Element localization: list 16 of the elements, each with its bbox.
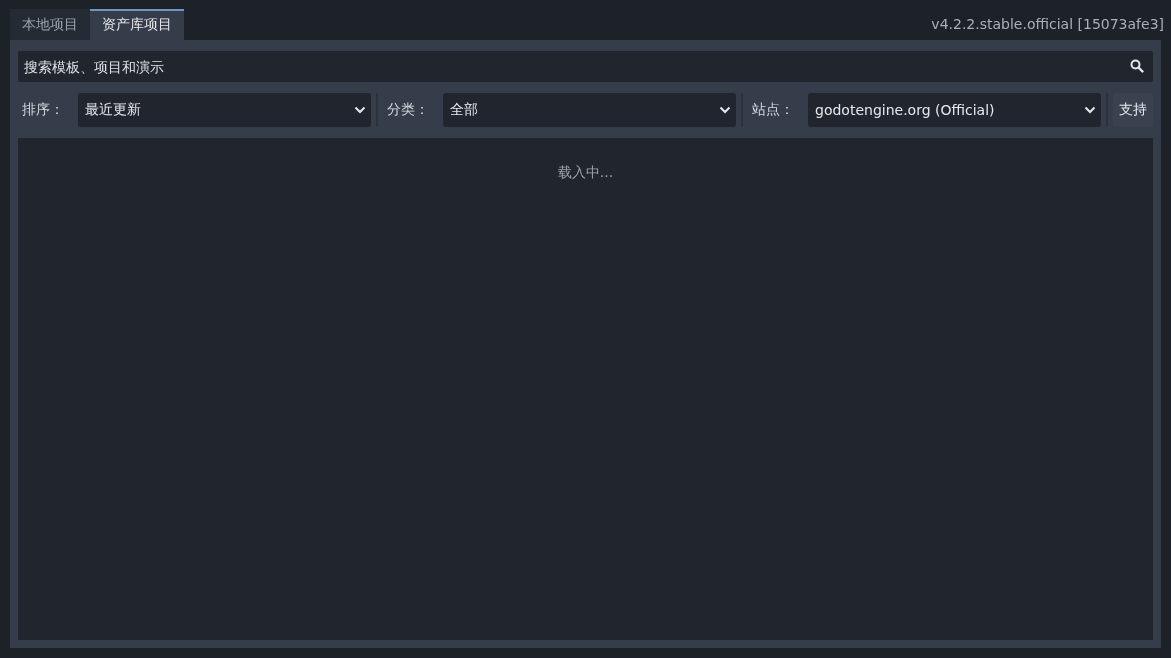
chevron-icon [1084,106,1096,114]
search-icon [1130,59,1144,73]
chevron-icon [719,106,731,114]
dropdown[interactable]: 全部 [443,93,736,127]
loading-text: 载入中... [557,164,614,182]
tab[interactable]: 本地项目 [10,9,90,40]
chevron-icon [354,106,366,114]
support-button[interactable]: 支持 [1113,93,1153,127]
filter-label: 排序： [21,101,65,119]
tab[interactable]: 资产库项目 [90,9,184,40]
filter-label: 分类： [386,101,430,119]
dropdown[interactable]: 最近更新 [78,93,371,127]
version-label: v4.2.2.stable.official [15073afe3] [931,16,1165,34]
search-field[interactable]: 搜索模板、项目和演示 [18,51,1153,82]
dropdown[interactable]: godotengine.org (Official) [808,93,1101,127]
filter-label: 站点： [751,101,795,119]
